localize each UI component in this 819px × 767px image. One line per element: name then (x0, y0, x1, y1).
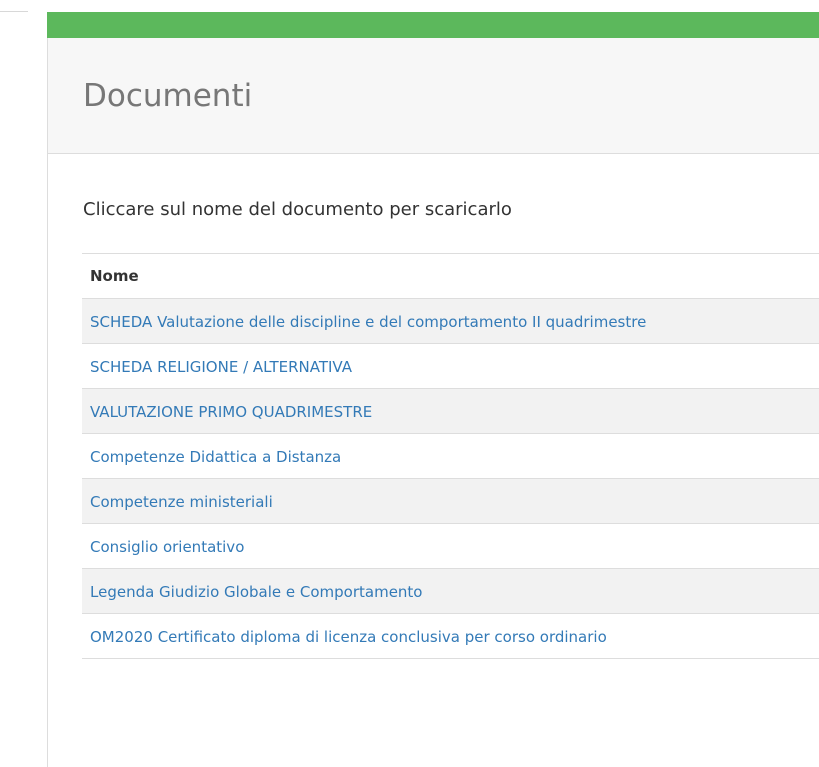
table-cell: OM2020 Certificato diploma di licenza co… (82, 613, 819, 659)
table-row: SCHEDA RELIGIONE / ALTERNATIVA (82, 343, 819, 389)
table-cell: SCHEDA RELIGIONE / ALTERNATIVA (82, 343, 819, 389)
table-row: VALUTAZIONE PRIMO QUADRIMESTRE (82, 388, 819, 434)
table-row: Competenze Didattica a Distanza (82, 433, 819, 479)
document-link[interactable]: SCHEDA RELIGIONE / ALTERNATIVA (90, 358, 352, 376)
page-title: Documenti (83, 78, 253, 114)
documents-panel: Documenti Cliccare sul nome del document… (47, 38, 819, 767)
table-cell: Consiglio orientativo (82, 523, 819, 569)
table-row: Competenze ministeriali (82, 478, 819, 524)
document-link[interactable]: Competenze ministeriali (90, 493, 273, 511)
table-cell: SCHEDA Valutazione delle discipline e de… (82, 298, 819, 344)
panel-header: Documenti (48, 38, 819, 154)
document-link[interactable]: SCHEDA Valutazione delle discipline e de… (90, 313, 646, 331)
document-link[interactable]: OM2020 Certificato diploma di licenza co… (90, 628, 607, 646)
table-cell: Competenze ministeriali (82, 478, 819, 524)
table-row: SCHEDA Valutazione delle discipline e de… (82, 298, 819, 344)
table-header-row: Nome (82, 253, 819, 299)
table-cell: Competenze Didattica a Distanza (82, 433, 819, 479)
table-cell: VALUTAZIONE PRIMO QUADRIMESTRE (82, 388, 819, 434)
documents-table: Nome SCHEDA Valutazione delle discipline… (82, 253, 819, 659)
document-link[interactable]: Competenze Didattica a Distanza (90, 448, 341, 466)
table-row: OM2020 Certificato diploma di licenza co… (82, 613, 819, 659)
top-divider (0, 11, 28, 12)
column-header-name: Nome (82, 253, 819, 299)
green-header-bar (47, 12, 819, 38)
document-link[interactable]: Consiglio orientativo (90, 538, 244, 556)
document-link[interactable]: VALUTAZIONE PRIMO QUADRIMESTRE (90, 403, 372, 421)
table-row: Legenda Giudizio Globale e Comportamento (82, 568, 819, 614)
table-row: Consiglio orientativo (82, 523, 819, 569)
document-link[interactable]: Legenda Giudizio Globale e Comportamento (90, 583, 422, 601)
instructions-text: Cliccare sul nome del documento per scar… (83, 199, 512, 220)
table-cell: Legenda Giudizio Globale e Comportamento (82, 568, 819, 614)
